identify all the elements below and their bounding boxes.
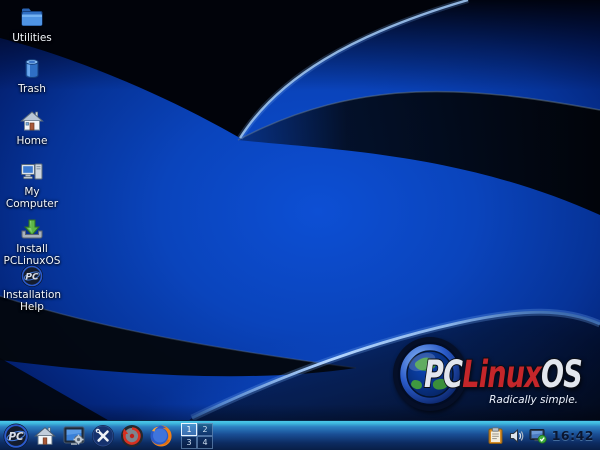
svg-text:PCLinuxOS: PCLinuxOS <box>424 353 582 396</box>
desktop-icon-trash[interactable]: Trash <box>0 56 64 95</box>
speaker-icon <box>509 428 524 444</box>
crossed-tools-icon <box>91 424 115 448</box>
home-icon <box>33 424 57 448</box>
firefox-icon <box>149 424 173 448</box>
tray-klipper[interactable] <box>487 426 505 446</box>
logo-text-pc: PC <box>424 353 463 396</box>
panel-clock[interactable]: 16:42 <box>552 428 594 443</box>
home-icon <box>19 108 45 134</box>
desktop-icon-utilities[interactable]: Utilities <box>0 5 64 44</box>
launcher-firefox[interactable] <box>148 423 174 449</box>
desktop-icon-label: My Computer <box>0 186 64 210</box>
pclinuxos-desktop: PCLinuxOS Radically simple. Utilities Tr… <box>0 0 600 450</box>
pager-desktop-1[interactable]: 1 <box>181 423 197 436</box>
desktop-icon-installation-help[interactable]: PC Installation Help <box>0 264 64 313</box>
taskbar-panel: PC <box>0 420 600 450</box>
pclinuxos-wallpaper-logo: PCLinuxOS Radically simple. <box>388 330 592 416</box>
launcher-software-update[interactable] <box>119 423 145 449</box>
desktop-icon-label: Utilities <box>12 32 52 44</box>
pclinuxos-menu-button[interactable]: PC <box>3 423 29 449</box>
desktop-icon-my-computer[interactable]: My Computer <box>0 159 64 210</box>
launcher-display-settings[interactable] <box>61 423 87 449</box>
display-settings-icon <box>62 424 86 448</box>
launcher-control-center[interactable] <box>90 423 116 449</box>
launcher-home-folder[interactable] <box>32 423 58 449</box>
folder-icon <box>19 5 45 31</box>
logo-text-os: OS <box>541 353 582 396</box>
computer-icon <box>19 159 45 185</box>
network-status-icon <box>529 428 547 444</box>
tray-network[interactable] <box>529 426 547 446</box>
pager-desktop-4[interactable]: 4 <box>197 436 213 449</box>
install-icon <box>19 216 45 242</box>
desktop-icon-home[interactable]: Home <box>0 108 64 147</box>
pager-desktop-3[interactable]: 3 <box>181 436 197 449</box>
trash-icon <box>19 56 45 82</box>
tray-volume[interactable] <box>508 426 526 446</box>
desktop-icon-install-pclinuxos[interactable]: Install PCLinuxOS <box>0 216 64 267</box>
desktop-icon-label: Home <box>16 135 47 147</box>
pager-desktop-2[interactable]: 2 <box>197 423 213 436</box>
desktop-pager: 1 2 3 4 <box>181 423 213 449</box>
pclinuxos-help-icon: PC <box>20 264 44 288</box>
desktop-icon-label: Trash <box>18 83 46 95</box>
desktop-icon-label: Installation Help <box>0 289 64 313</box>
clipboard-icon <box>488 427 503 444</box>
logo-tagline: Radically simple. <box>489 394 578 406</box>
update-icon <box>120 424 144 448</box>
svg-text:PC: PC <box>25 273 39 283</box>
pclinuxos-menu-icon: PC <box>3 423 29 449</box>
logo-text-linux: Linux <box>462 353 542 396</box>
svg-text:PC: PC <box>8 430 24 442</box>
